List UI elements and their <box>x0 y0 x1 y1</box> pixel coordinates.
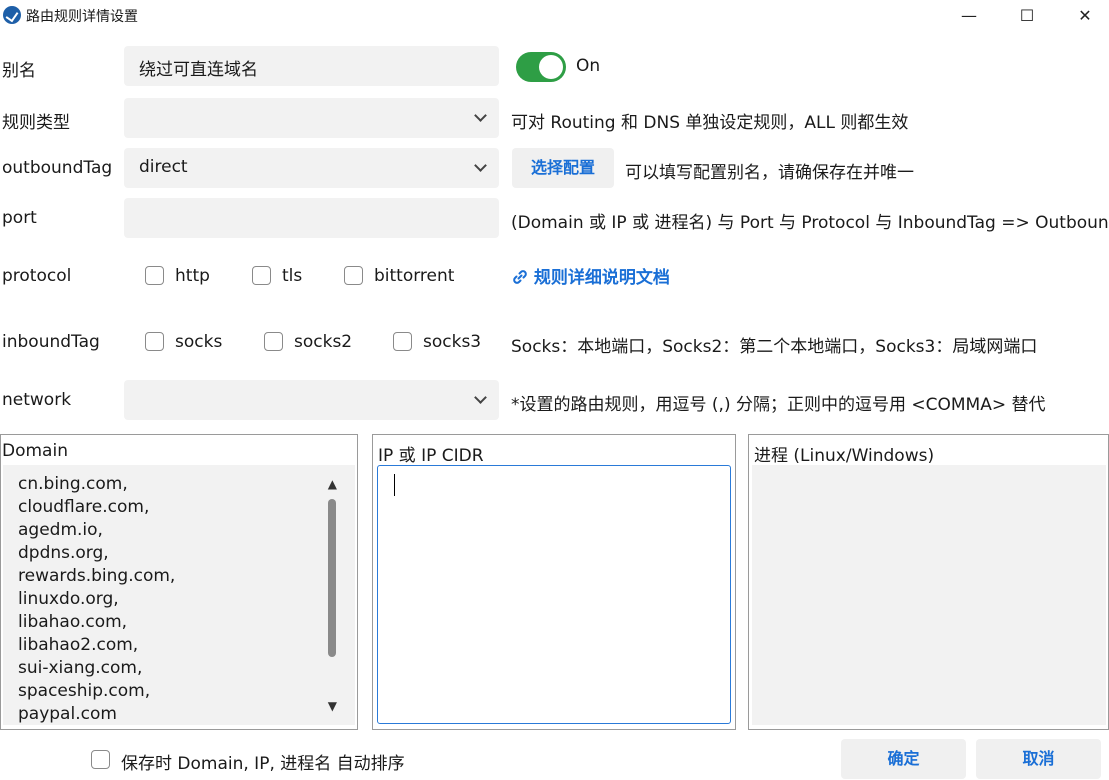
list-item: rewards.bing.com, <box>18 566 176 586</box>
protocol-bittorrent-label: bittorrent <box>374 266 455 286</box>
inbound-socks2-label: socks2 <box>294 332 353 352</box>
chevron-down-icon <box>474 159 487 172</box>
list-item: linuxdo.org, <box>18 589 119 609</box>
rule-type-label: 规则类型 <box>2 113 70 133</box>
process-panel-title: 进程 (Linux/Windows) <box>754 446 935 466</box>
list-item: libahao.com, <box>18 612 128 632</box>
list-item: cn.bing.com, <box>18 474 128 494</box>
alias-value: 绕过可直连域名 <box>139 60 258 80</box>
close-button[interactable]: ✕ <box>1062 0 1108 32</box>
process-textarea[interactable] <box>752 465 1106 725</box>
auto-sort-checkbox[interactable] <box>91 750 110 769</box>
rule-type-hint: 可对 Routing 和 DNS 单独设定规则，ALL 则都生效 <box>511 113 909 133</box>
protocol-tls-label: tls <box>282 266 303 286</box>
ip-panel: IP 或 IP CIDR <box>372 434 736 730</box>
domain-panel-title: Domain <box>2 441 68 461</box>
link-icon <box>513 270 527 284</box>
protocol-http-label: http <box>175 266 210 286</box>
maximize-button[interactable]: ☐ <box>1004 0 1050 32</box>
outbound-hint: 可以填写配置别名，请确保存在并唯一 <box>625 163 914 183</box>
network-label: network <box>2 390 72 410</box>
window-title: 路由规则详情设置 <box>26 9 138 25</box>
inbound-socks-label: socks <box>175 332 223 352</box>
network-hint: *设置的路由规则，用逗号 (,) 分隔；正则中的逗号用 <COMMA> 替代 <box>511 395 1046 415</box>
ip-textarea[interactable] <box>377 465 731 724</box>
protocol-http-checkbox[interactable] <box>145 266 164 285</box>
scroll-up-arrow-icon[interactable]: ▲ <box>328 477 337 491</box>
enabled-toggle[interactable] <box>516 52 566 82</box>
chevron-down-icon <box>474 109 487 122</box>
port-label: port <box>2 208 37 228</box>
list-item: cloudflare.com, <box>18 497 150 517</box>
outbound-tag-label: outboundTag <box>2 158 113 178</box>
outbound-tag-select[interactable]: direct <box>124 148 499 188</box>
protocol-label: protocol <box>2 266 72 286</box>
domain-list: cn.bing.com, cloudflare.com, agedm.io, d… <box>18 473 175 725</box>
list-item: dpdns.org, <box>18 543 109 563</box>
rule-docs-link[interactable]: 规则详细说明文档 <box>512 263 670 288</box>
scroll-down-arrow-icon[interactable]: ▼ <box>328 699 337 713</box>
list-item: paypal.com <box>18 704 117 724</box>
process-panel: 进程 (Linux/Windows) <box>748 434 1109 730</box>
inbound-tag-label: inboundTag <box>2 332 100 352</box>
app-logo-icon <box>3 6 21 24</box>
domain-panel: Domain cn.bing.com, cloudflare.com, aged… <box>0 434 358 730</box>
port-input[interactable] <box>124 198 499 238</box>
rule-type-select[interactable] <box>124 98 499 138</box>
scrollbar-thumb[interactable] <box>328 499 336 657</box>
ok-button[interactable]: 确定 <box>841 739 966 779</box>
toggle-state-label: On <box>576 56 601 76</box>
toggle-knob <box>539 55 563 79</box>
list-item: spaceship.com, <box>18 681 151 701</box>
list-item: libahao2.com, <box>18 635 139 655</box>
text-caret <box>394 474 395 496</box>
protocol-tls-checkbox[interactable] <box>252 266 271 285</box>
minimize-button[interactable]: — <box>946 0 992 32</box>
select-config-button[interactable]: 选择配置 <box>512 148 614 188</box>
chevron-down-icon <box>474 391 487 404</box>
list-item: sui-xiang.com, <box>18 658 143 678</box>
protocol-bittorrent-checkbox[interactable] <box>344 266 363 285</box>
list-item: agedm.io, <box>18 520 103 540</box>
inbound-socks3-checkbox[interactable] <box>393 332 412 351</box>
inbound-socks3-label: socks3 <box>423 332 482 352</box>
title-bar: 路由规则详情设置 — ☐ ✕ <box>0 0 1109 32</box>
alias-input[interactable]: 绕过可直连域名 <box>124 46 499 86</box>
rule-docs-label: 规则详细说明文档 <box>533 268 670 288</box>
auto-sort-label: 保存时 Domain, IP, 进程名 自动排序 <box>121 754 405 774</box>
inbound-hint: Socks：本地端口，Socks2：第二个本地端口，Socks3：局域网端口 <box>511 337 1038 357</box>
port-hint: (Domain 或 IP 或 进程名) 与 Port 与 Protocol 与 … <box>511 213 1109 233</box>
cancel-button[interactable]: 取消 <box>976 739 1101 779</box>
inbound-socks2-checkbox[interactable] <box>264 332 283 351</box>
alias-label: 别名 <box>2 61 36 81</box>
inbound-socks-checkbox[interactable] <box>145 332 164 351</box>
network-select[interactable] <box>124 380 499 420</box>
outbound-tag-value: direct <box>139 157 188 177</box>
domain-textarea[interactable]: cn.bing.com, cloudflare.com, agedm.io, d… <box>3 465 355 725</box>
ip-panel-title: IP 或 IP CIDR <box>378 446 484 466</box>
